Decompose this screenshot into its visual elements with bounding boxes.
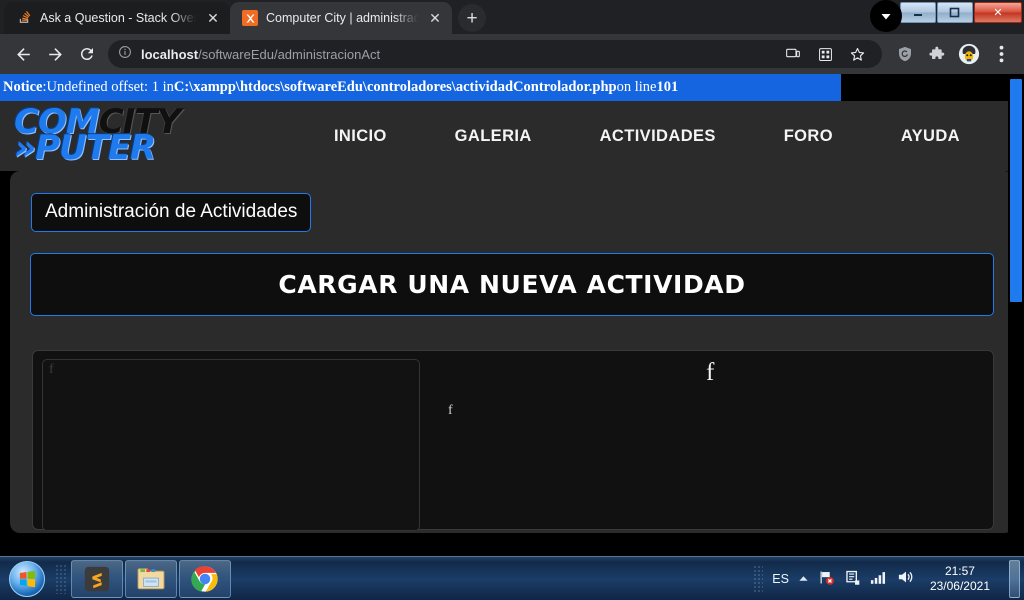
start-orb-icon — [9, 560, 45, 597]
tray-grip — [753, 564, 764, 593]
notice-message: Undefined offset: 1 in — [46, 79, 174, 95]
show-desktop-button[interactable] — [1009, 559, 1020, 598]
download-arrow-icon[interactable] — [870, 0, 902, 32]
clock-time: 21:57 — [944, 563, 975, 578]
close-button[interactable]: ✕ — [974, 2, 1022, 23]
taskbar-clock[interactable]: 21:57 23/06/2021 — [924, 564, 996, 594]
minimize-button[interactable] — [900, 2, 936, 23]
forward-arrow-icon[interactable] — [40, 39, 70, 69]
logo-chevrons: » — [14, 128, 36, 168]
nav-item-actividades[interactable]: ACTIVIDADES — [600, 127, 716, 146]
address-bar-url: localhost/softwareEdu/administracionAct — [141, 47, 380, 62]
address-bar[interactable]: localhost/softwareEdu/administracionAct — [108, 40, 882, 68]
back-arrow-icon[interactable] — [8, 39, 38, 69]
cast-icon[interactable] — [778, 40, 808, 68]
omnibox-actions — [778, 40, 872, 68]
sublime-text-icon[interactable] — [71, 559, 123, 598]
profile-avatar-icon[interactable] — [954, 39, 984, 69]
tray-language[interactable]: ES — [772, 572, 789, 586]
scrollbar-thumb[interactable] — [1010, 79, 1022, 302]
close-icon[interactable]: ✕ — [204, 9, 222, 27]
action-center-icon[interactable] — [844, 569, 861, 589]
web-page: Notice: Undefined offset: 1 in C:\xampp\… — [0, 74, 1024, 556]
page-scrollbar[interactable] — [1008, 74, 1024, 556]
file-explorer-icon[interactable] — [125, 559, 177, 598]
maximize-button[interactable] — [937, 2, 973, 23]
nav-item-inicio[interactable]: INICIO — [334, 127, 387, 146]
clock-date: 23/06/2021 — [929, 578, 990, 593]
tab-title: Computer City | administracionAc — [266, 11, 418, 25]
nav-item-galeria[interactable]: GALERIA — [455, 127, 532, 146]
nav-item-ayuda[interactable]: AYUDA — [901, 127, 960, 146]
browser-tab-stackoverflow[interactable]: Ask a Question - Stack Overflow ✕ — [4, 2, 230, 34]
php-notice-banner: Notice: Undefined offset: 1 in C:\xampp\… — [0, 74, 841, 101]
network-error-icon[interactable] — [818, 569, 835, 589]
stackoverflow-icon — [16, 10, 32, 26]
content-container: Administración de Actividades CARGAR UNA… — [10, 171, 1014, 533]
activity-form-area: f f f — [32, 350, 994, 531]
site-logo[interactable]: COMCITY »PUTER — [0, 105, 300, 165]
form-field-box[interactable]: f — [42, 359, 420, 531]
google-chrome-icon[interactable] — [179, 559, 231, 598]
tab-title: Ask a Question - Stack Overflow — [40, 11, 196, 25]
form-marker-top: f — [706, 359, 715, 386]
form-marker-inner: f — [49, 362, 54, 377]
chevron-up-icon[interactable] — [798, 572, 809, 586]
browser-toolbar: localhost/softwareEdu/administracionAct — [0, 34, 1024, 74]
qr-code-icon[interactable] — [810, 40, 840, 68]
windows-taskbar: ES 21:57 23/06/2021 — [0, 556, 1024, 600]
signal-bars-icon[interactable] — [870, 570, 888, 588]
notice-line-number: 101 — [656, 79, 679, 95]
site-header: COMCITY »PUTER INICIO GALERIA ACTIVIDADE… — [0, 101, 1024, 171]
bookmark-star-icon[interactable] — [842, 40, 872, 68]
url-host: localhost — [141, 46, 199, 62]
notice-file-path: C:\xampp\htdocs\softwareEdu\controladore… — [173, 79, 617, 95]
browser-window: Ask a Question - Stack Overflow ✕ Comput… — [0, 0, 1024, 556]
nav-item-foro[interactable]: FORO — [784, 127, 833, 146]
site-navigation: INICIO GALERIA ACTIVIDADES FORO AYUDA — [300, 127, 1024, 146]
start-button[interactable] — [3, 560, 51, 598]
xampp-icon — [242, 10, 258, 26]
site-info-icon[interactable] — [118, 45, 132, 64]
banner-title: CARGAR UNA NUEVA ACTIVIDAD — [278, 270, 746, 299]
desktop: Ask a Question - Stack Overflow ✕ Comput… — [0, 0, 1024, 600]
notice-line-prefix: on line — [616, 79, 657, 95]
shield-icon[interactable] — [890, 39, 920, 69]
page-title: Administración de Actividades — [31, 193, 312, 232]
notice-label: Notice — [3, 79, 43, 95]
browser-tab-computer-city[interactable]: Computer City | administracionAc ✕ — [230, 2, 452, 34]
new-tab-button[interactable]: + — [458, 4, 486, 32]
reload-icon[interactable] — [72, 39, 102, 69]
url-path: /softwareEdu/administracionAct — [198, 46, 381, 62]
extensions-puzzle-icon[interactable] — [922, 39, 952, 69]
new-activity-banner: CARGAR UNA NUEVA ACTIVIDAD — [30, 253, 994, 316]
taskbar-apps — [71, 559, 231, 598]
three-dot-menu-icon[interactable] — [986, 39, 1016, 69]
volume-icon[interactable] — [897, 569, 915, 588]
close-icon[interactable]: ✕ — [426, 9, 444, 27]
window-controls: ✕ — [900, 2, 1022, 23]
logo-puter: PUTER — [35, 128, 156, 168]
form-marker-middle: f — [448, 403, 453, 418]
taskbar-grip — [55, 563, 67, 594]
system-tray: ES 21:57 23/06/2021 — [753, 559, 1024, 598]
